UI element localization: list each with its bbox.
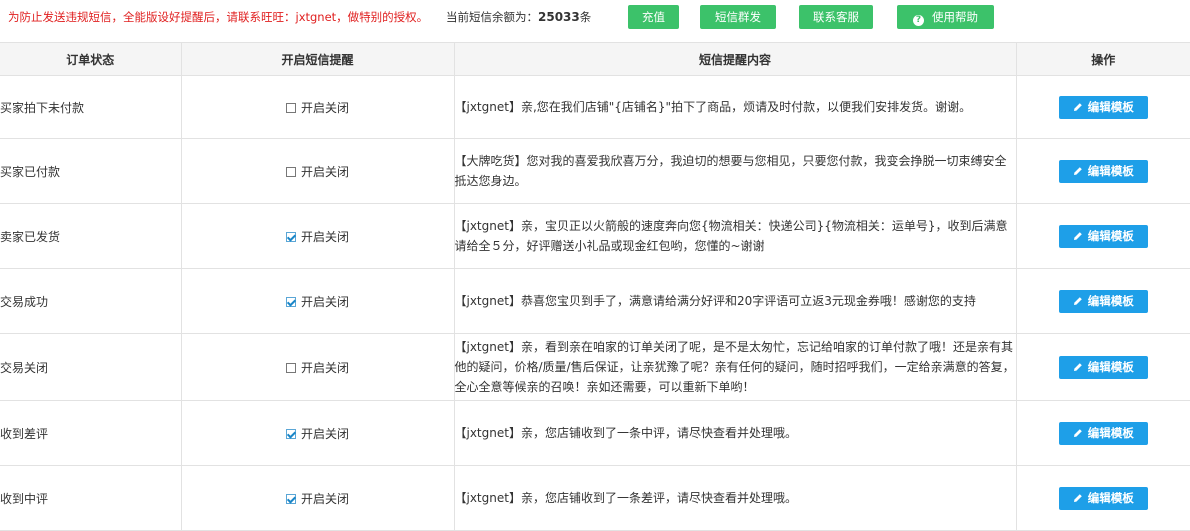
column-header-order-status: 订单状态 — [0, 42, 182, 76]
sms-toggle-cell: 开启关闭 — [181, 333, 455, 401]
actions-cell: 编辑模板 — [1016, 333, 1190, 401]
pencil-icon — [1073, 362, 1082, 371]
order-status-cell: 卖家已发货 — [0, 203, 182, 269]
edit-template-button[interactable]: 编辑模板 — [1058, 224, 1148, 248]
sms-balance: 当前短信余额为：25033条 — [446, 9, 591, 25]
sms-content-cell: 【jxtgnet】亲，您店铺收到了一条中评，请尽快查看并处理哦。 — [454, 400, 1017, 466]
table-header-row: 订单状态 开启短信提醒 短信提醒内容 操作 — [0, 42, 1190, 76]
sms-content-cell: 【jxtgnet】亲，宝贝正以火箭般的速度奔向您{物流相关：快递公司}{物流相关… — [454, 203, 1017, 269]
balance-label: 当前短信余额为： — [446, 10, 538, 24]
sms-content-cell: 【jxtgnet】亲，看到亲在咱家的订单关闭了呢，是不是太匆忙，忘记给咱家的订单… — [454, 333, 1017, 401]
toggle-label: 开启关闭 — [300, 360, 349, 375]
actions-cell: 编辑模板 — [1016, 138, 1190, 204]
sms-toggle-cell: 开启关闭 — [181, 203, 455, 269]
edit-template-button[interactable]: 编辑模板 — [1058, 289, 1148, 313]
table-row: 买家已付款 开启关闭 【大牌吃货】您对我的喜爱我欣喜万分，我迫切的想要与您相见，只要… — [0, 138, 1190, 204]
toggle-label: 开启关闭 — [300, 426, 349, 441]
table-row: 买家拍下未付款 开启关闭 【jxtgnet】亲,您在我们店铺"{店铺名}"拍下了商品… — [0, 75, 1190, 139]
table-row: 收到中评 开启关闭 【jxtgnet】亲，您店铺收到了一条差评，请尽快查看并处理哦。… — [0, 465, 1190, 531]
edit-template-button[interactable]: 编辑模板 — [1058, 355, 1148, 379]
enable-sms-checkbox[interactable] — [285, 166, 296, 177]
top-bar: 为防止发送违规短信，全能版设好提醒后，请联系旺旺：jxtgnet，做特别的授权。… — [0, 0, 1190, 36]
enable-sms-checkbox[interactable] — [285, 493, 296, 504]
sms-toggle-cell: 开启关闭 — [181, 465, 455, 531]
edit-template-button[interactable]: 编辑模板 — [1058, 486, 1148, 510]
sms-content-cell: 【大牌吃货】您对我的喜爱我欣喜万分，我迫切的想要与您相见，只要您付款，我变会挣脱… — [454, 138, 1017, 204]
column-header-sms-content: 短信提醒内容 — [454, 42, 1017, 76]
pencil-icon — [1073, 102, 1082, 111]
order-status-cell: 收到差评 — [0, 400, 182, 466]
sms-content-cell: 【jxtgnet】恭喜您宝贝到手了，满意请给满分好评和20字评语可立返3元现金券… — [454, 268, 1017, 334]
pencil-icon — [1073, 166, 1082, 175]
sms-content-cell: 【jxtgnet】亲，您店铺收到了一条差评，请尽快查看并处理哦。 — [454, 465, 1017, 531]
order-status-cell: 交易成功 — [0, 268, 182, 334]
toggle-label: 开启关闭 — [300, 164, 349, 179]
column-header-sms-toggle: 开启短信提醒 — [181, 42, 455, 76]
enable-sms-checkbox[interactable] — [285, 428, 296, 439]
order-status-cell: 买家已付款 — [0, 138, 182, 204]
help-icon: ? — [913, 15, 924, 26]
help-button[interactable]: ? 使用帮助 — [897, 5, 994, 29]
table-row: 交易成功 开启关闭 【jxtgnet】恭喜您宝贝到手了，满意请给满分好评和20字评语… — [0, 268, 1190, 334]
mass-sms-button[interactable]: 短信群发 — [700, 5, 776, 29]
pencil-icon — [1073, 296, 1082, 305]
pencil-icon — [1073, 428, 1082, 437]
sms-toggle-cell: 开启关闭 — [181, 400, 455, 466]
enable-sms-checkbox[interactable] — [285, 231, 296, 242]
sms-toggle-cell: 开启关闭 — [181, 268, 455, 334]
actions-cell: 编辑模板 — [1016, 75, 1190, 139]
edit-template-label: 编辑模板 — [1087, 99, 1134, 114]
edit-template-button[interactable]: 编辑模板 — [1058, 95, 1148, 119]
pencil-icon — [1073, 493, 1082, 502]
toggle-label: 开启关闭 — [300, 294, 349, 309]
table-row: 收到差评 开启关闭 【jxtgnet】亲，您店铺收到了一条中评，请尽快查看并处理哦。… — [0, 400, 1190, 466]
actions-cell: 编辑模板 — [1016, 400, 1190, 466]
notice-text: 为防止发送违规短信，全能版设好提醒后，请联系旺旺：jxtgnet，做特别的授权。 — [8, 10, 429, 24]
sms-content-cell: 【jxtgnet】亲,您在我们店铺"{店铺名}"拍下了商品，烦请及时付款，以便我… — [454, 75, 1017, 139]
enable-sms-checkbox[interactable] — [285, 102, 296, 113]
enable-sms-checkbox[interactable] — [285, 362, 296, 373]
actions-cell: 编辑模板 — [1016, 203, 1190, 269]
actions-cell: 编辑模板 — [1016, 268, 1190, 334]
balance-value: 25033 — [538, 10, 580, 24]
toggle-label: 开启关闭 — [300, 100, 349, 115]
edit-template-label: 编辑模板 — [1087, 359, 1134, 374]
actions-cell: 编辑模板 — [1016, 465, 1190, 531]
help-button-label: 使用帮助 — [932, 10, 978, 24]
balance-unit: 条 — [579, 10, 592, 24]
edit-template-button[interactable]: 编辑模板 — [1058, 421, 1148, 445]
order-status-cell: 买家拍下未付款 — [0, 75, 182, 139]
contact-service-button[interactable]: 联系客服 — [799, 5, 873, 29]
table-row: 卖家已发货 开启关闭 【jxtgnet】亲，宝贝正以火箭般的速度奔向您{物流相关：快… — [0, 203, 1190, 269]
edit-template-label: 编辑模板 — [1087, 425, 1134, 440]
toggle-label: 开启关闭 — [300, 229, 349, 244]
edit-template-label: 编辑模板 — [1087, 490, 1134, 505]
pencil-icon — [1073, 231, 1082, 240]
enable-sms-checkbox[interactable] — [285, 296, 296, 307]
edit-template-label: 编辑模板 — [1087, 293, 1134, 308]
sms-reminder-table: 订单状态 开启短信提醒 短信提醒内容 操作 买家拍下未付款 开启关闭 【jxtgne… — [0, 42, 1190, 531]
order-status-cell: 收到中评 — [0, 465, 182, 531]
sms-toggle-cell: 开启关闭 — [181, 75, 455, 139]
toggle-label: 开启关闭 — [300, 491, 349, 506]
edit-template-label: 编辑模板 — [1087, 163, 1134, 178]
edit-template-label: 编辑模板 — [1087, 228, 1134, 243]
order-status-cell: 交易关闭 — [0, 333, 182, 401]
edit-template-button[interactable]: 编辑模板 — [1058, 159, 1148, 183]
sms-toggle-cell: 开启关闭 — [181, 138, 455, 204]
recharge-button[interactable]: 充值 — [628, 5, 679, 29]
column-header-actions: 操作 — [1016, 42, 1190, 76]
table-row: 交易关闭 开启关闭 【jxtgnet】亲，看到亲在咱家的订单关闭了呢，是不是太匆忙，… — [0, 333, 1190, 401]
